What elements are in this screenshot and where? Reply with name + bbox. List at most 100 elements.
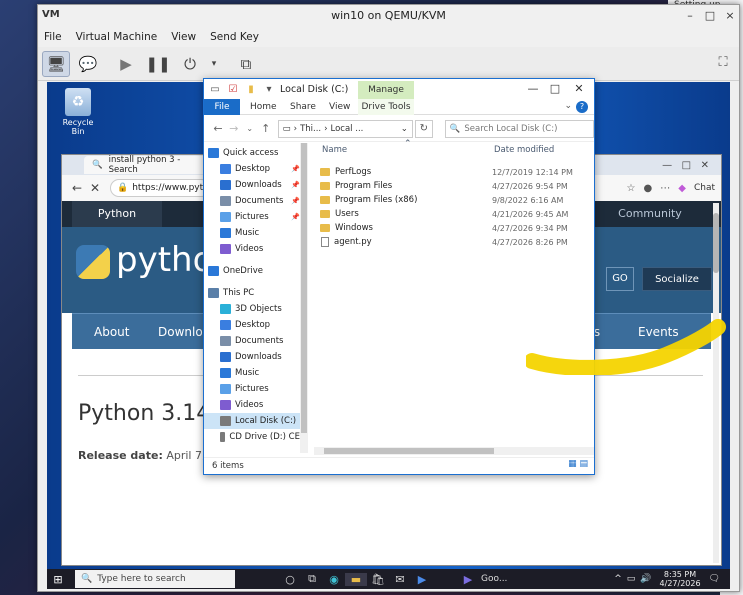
forward-icon[interactable]: → <box>226 122 242 135</box>
nav-item[interactable]: This PC <box>204 285 300 301</box>
view-toggle-icons[interactable]: ▦ ▤ <box>568 459 588 469</box>
nav-item[interactable]: Desktop <box>204 317 300 333</box>
pause-icon[interactable]: ❚❚ <box>144 51 172 77</box>
file-row[interactable]: PerfLogs 12/7/2019 12:14 PM <box>320 165 590 179</box>
nav-pane-scrollbar[interactable] <box>300 143 308 453</box>
snapshot-icon[interactable]: ⧉ <box>232 51 260 77</box>
nav-item[interactable]: Downloads 📌 <box>204 177 300 193</box>
python-top-tab[interactable]: Python <box>72 201 162 227</box>
power-dropdown-icon[interactable]: ▾ <box>208 51 220 77</box>
nav-about[interactable]: About <box>94 314 129 350</box>
explorer-maximize-button[interactable]: □ <box>544 81 566 97</box>
ribbon-tab-share[interactable]: Share <box>290 99 316 115</box>
column-header-date[interactable]: Date modified <box>494 145 554 155</box>
nav-item[interactable]: Desktop 📌 <box>204 161 300 177</box>
explorer-close-button[interactable]: ✕ <box>568 81 590 97</box>
refresh-icon[interactable]: ↻ <box>414 119 433 138</box>
menu-file[interactable]: File <box>44 31 62 43</box>
help-icon[interactable]: ? <box>576 101 588 113</box>
explorer-minimize-button[interactable]: — <box>522 81 544 97</box>
ribbon-tab-file[interactable]: File <box>204 99 240 115</box>
nav-item[interactable]: Music <box>204 365 300 381</box>
community-tab[interactable]: Community <box>600 201 700 227</box>
mail-icon[interactable]: ✉ <box>389 573 411 586</box>
nav-item[interactable]: Pictures 📌 <box>204 209 300 225</box>
menu-virtual-machine[interactable]: Virtual Machine <box>76 31 158 43</box>
favorites-icon[interactable]: ☆ <box>627 183 636 194</box>
ribbon-tab-view[interactable]: View <box>329 99 350 115</box>
new-folder-icon[interactable]: ▮ <box>244 84 258 95</box>
file-list-hscrollbar[interactable] <box>314 447 594 455</box>
file-explorer-icon[interactable]: ▬ <box>345 572 367 586</box>
quick-access-dropdown-icon[interactable]: ▾ <box>262 84 276 95</box>
nav-item[interactable]: Music <box>204 225 300 241</box>
browser-tab[interactable]: 🔍 install python 3 - Search <box>84 155 214 175</box>
ribbon-expand-icon[interactable]: ⌄ <box>564 101 572 111</box>
file-row[interactable]: Program Files (x86) 9/8/2022 6:16 AM <box>320 193 590 207</box>
browser-scrollbar[interactable] <box>713 203 719 563</box>
copilot-icon[interactable]: ◆ <box>678 183 686 194</box>
tray-chevron-icon[interactable]: ^ <box>614 574 622 584</box>
profile-avatar[interactable]: ● <box>644 183 653 194</box>
nav-item[interactable]: Pictures <box>204 381 300 397</box>
fullscreen-icon[interactable]: ⛶ <box>715 55 731 71</box>
menu-view[interactable]: View <box>171 31 196 43</box>
console-view-icon[interactable]: 🖥 <box>42 50 70 77</box>
minimize-button[interactable]: – <box>682 8 698 24</box>
nav-item[interactable]: Local Disk (C:) <box>204 413 300 429</box>
run-icon[interactable]: ▶ <box>112 51 140 77</box>
volume-icon[interactable]: 🔊 <box>640 574 651 584</box>
browser-window-controls[interactable]: — □ ✕ <box>662 160 709 171</box>
python-logo[interactable]: pytho <box>76 240 213 280</box>
task-view-icon[interactable]: ⧉ <box>301 572 323 586</box>
file-row[interactable]: agent.py 4/27/2026 8:26 PM <box>320 235 590 249</box>
nav-item[interactable]: 3D Objects <box>204 301 300 317</box>
path-this-pc[interactable]: Thi... <box>300 124 321 134</box>
back-icon[interactable]: ← <box>210 122 226 135</box>
details-view-icon[interactable]: 💬 <box>74 51 102 77</box>
more-icon[interactable]: ⋯ <box>660 183 670 194</box>
nav-item[interactable]: Documents 📌 <box>204 193 300 209</box>
nav-item[interactable]: Videos <box>204 397 300 413</box>
properties-icon[interactable]: ☑ <box>226 84 240 95</box>
nav-item[interactable]: Documents <box>204 333 300 349</box>
up-icon[interactable]: ↑ <box>258 122 274 135</box>
manage-context-tab[interactable]: Manage <box>358 81 414 99</box>
edge-icon[interactable]: ◉ <box>323 573 345 586</box>
address-dropdown-icon[interactable]: ⌄ <box>401 124 408 134</box>
powershell-icon[interactable]: ▶ <box>411 573 433 586</box>
stop-icon[interactable]: ✕ <box>86 181 104 195</box>
nav-item[interactable]: OneDrive <box>204 263 300 279</box>
nav-item[interactable]: Videos <box>204 241 300 257</box>
ribbon-tab-home[interactable]: Home <box>250 99 277 115</box>
close-button[interactable]: × <box>722 8 738 24</box>
address-bar[interactable]: ▭ › Thi... › Local ... ⌄ <box>277 119 413 138</box>
nav-downloads[interactable]: Downlo <box>158 314 203 350</box>
windows-start-icon[interactable]: ⊞ <box>47 573 69 586</box>
media-icon[interactable]: ▶ <box>457 573 479 586</box>
file-row[interactable]: Windows 4/27/2026 9:34 PM <box>320 221 590 235</box>
back-icon[interactable]: ← <box>68 181 86 195</box>
store-icon[interactable]: 🛍 <box>367 573 389 586</box>
nav-item[interactable]: CD Drive (D:) CE <box>204 429 300 445</box>
menu-send-key[interactable]: Send Key <box>210 31 259 43</box>
taskbar-search-box[interactable]: 🔍 Type here to search <box>75 570 235 588</box>
file-row[interactable]: Users 4/21/2026 9:45 AM <box>320 207 590 221</box>
file-row[interactable]: Program Files 4/27/2026 9:54 PM <box>320 179 590 193</box>
nav-item[interactable]: Quick access <box>204 145 300 161</box>
power-icon[interactable]: ⏻ <box>176 51 204 77</box>
nav-item[interactable]: Downloads <box>204 349 300 365</box>
column-header-name[interactable]: Name <box>322 145 347 155</box>
recent-dropdown-icon[interactable]: ⌄ <box>242 124 258 133</box>
explorer-search-input[interactable]: 🔍 Search Local Disk (C:) <box>444 119 594 138</box>
maximize-button[interactable]: □ <box>702 8 718 24</box>
recycle-bin-desktop-icon[interactable]: ♻ Recycle Bin <box>55 88 101 136</box>
go-button[interactable]: GO <box>606 267 634 291</box>
cortana-icon[interactable]: ○ <box>279 573 301 586</box>
path-local-disk[interactable]: Local ... <box>331 124 364 134</box>
taskbar-clock[interactable]: 8:35 PM 4/27/2026 <box>660 570 701 588</box>
network-icon[interactable]: ▭ <box>627 574 636 584</box>
ribbon-tab-drive-tools[interactable]: Drive Tools <box>358 99 414 115</box>
address-bar[interactable]: 🔒 https://www.pyt <box>110 179 210 197</box>
chat-button[interactable]: Chat <box>694 183 715 193</box>
